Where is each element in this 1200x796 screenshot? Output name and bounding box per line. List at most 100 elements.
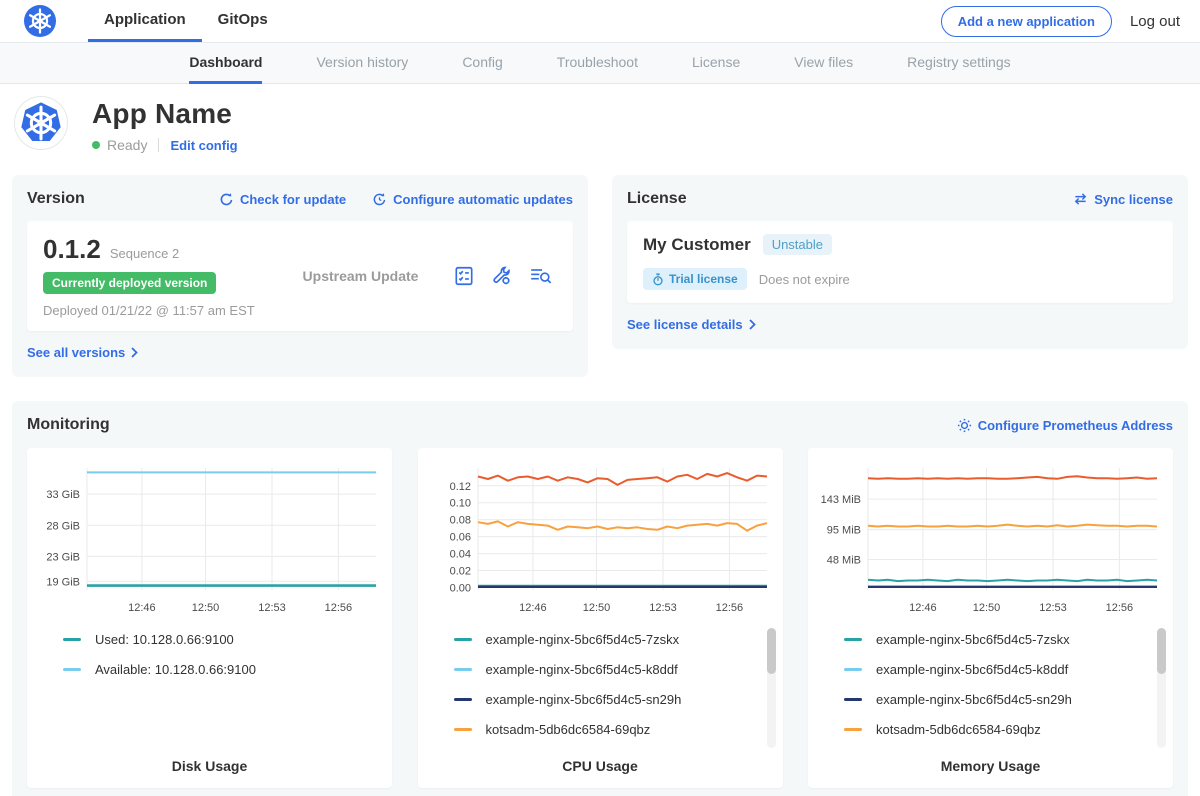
legend-color-dash — [844, 728, 862, 731]
license-card: License Sync license My Customer Unstabl… — [612, 175, 1188, 349]
app-header: App Name Ready Edit config — [0, 84, 1200, 167]
svg-text:12:56: 12:56 — [715, 602, 743, 614]
tab-dashboard[interactable]: Dashboard — [189, 43, 262, 84]
current-version-panel: 0.1.2 Sequence 2 Currently deployed vers… — [27, 221, 573, 331]
svg-text:12:46: 12:46 — [909, 602, 937, 614]
legend-item: example-nginx-5bc6f5d4c5-k8ddf — [454, 662, 783, 677]
legend-color-dash — [63, 668, 81, 671]
upstream-update-label: Upstream Update — [268, 268, 453, 284]
configure-automatic-updates-link[interactable]: Configure automatic updates — [372, 192, 573, 207]
license-expiry-text: Does not expire — [759, 272, 850, 287]
legend-label: example-nginx-5bc6f5d4c5-7zskx — [486, 632, 680, 647]
license-panel: My Customer Unstable Trial license Does … — [627, 221, 1173, 303]
chart-title: CPU Usage — [418, 758, 783, 774]
legend-scrollbar — [767, 628, 776, 748]
svg-text:12:46: 12:46 — [519, 602, 547, 614]
channel-badge: Unstable — [763, 234, 832, 255]
app-status-text: Ready — [107, 137, 147, 153]
customer-name: My Customer — [643, 235, 751, 255]
version-sequence: Sequence 2 — [110, 246, 179, 261]
svg-text:12:56: 12:56 — [1106, 602, 1134, 614]
cpu-usage-chart-card: 0.000.020.040.060.080.100.1212:4612:5012… — [418, 448, 783, 788]
svg-text:0.06: 0.06 — [449, 532, 470, 544]
legend-item: example-nginx-5bc6f5d4c5-k8ddf — [844, 662, 1173, 677]
topnav-tabs: Application GitOps — [88, 0, 284, 42]
memory-usage-chart-card: 48 MiB95 MiB143 MiB12:4612:5012:5312:56 … — [808, 448, 1173, 788]
memory-usage-chart: 48 MiB95 MiB143 MiB12:4612:5012:5312:56 — [816, 460, 1165, 618]
svg-text:48 MiB: 48 MiB — [827, 555, 861, 567]
topnav-right: Add a new application Log out — [941, 6, 1180, 37]
trial-license-badge: Trial license — [643, 268, 747, 290]
chart-title: Disk Usage — [27, 758, 392, 774]
tab-gitops[interactable]: GitOps — [202, 0, 284, 42]
sync-arrows-icon — [1073, 192, 1088, 206]
legend-item: example-nginx-5bc6f5d4c5-sn29h — [844, 692, 1173, 707]
svg-text:0.02: 0.02 — [449, 566, 470, 578]
disk-usage-chart: 19 GiB23 GiB28 GiB33 GiB12:4612:5012:531… — [35, 460, 384, 618]
svg-text:12:50: 12:50 — [973, 602, 1001, 614]
svg-text:12:46: 12:46 — [128, 602, 156, 614]
chart-title: Memory Usage — [808, 758, 1173, 774]
version-card: Version Check for update Configure au — [12, 175, 588, 377]
tab-registry-settings[interactable]: Registry settings — [907, 43, 1010, 84]
legend-color-dash — [454, 698, 472, 701]
legend-color-dash — [63, 638, 81, 641]
svg-text:33 GiB: 33 GiB — [46, 489, 80, 501]
svg-text:12:53: 12:53 — [258, 602, 286, 614]
app-name-title: App Name — [92, 98, 238, 130]
legend-color-dash — [844, 668, 862, 671]
tab-view-files[interactable]: View files — [794, 43, 853, 84]
monitoring-title: Monitoring — [27, 416, 110, 434]
schedule-update-icon — [372, 192, 387, 207]
svg-text:0.00: 0.00 — [449, 583, 470, 595]
legend-label: example-nginx-5bc6f5d4c5-k8ddf — [486, 662, 678, 677]
logout-button[interactable]: Log out — [1130, 13, 1180, 30]
disk-usage-legend: Used: 10.128.0.66:9100Available: 10.128.… — [63, 632, 392, 692]
license-card-title: License — [627, 190, 687, 208]
tab-troubleshoot[interactable]: Troubleshoot — [557, 43, 638, 84]
legend-item: kotsadm-5db6dc6584-69qbz — [844, 722, 1173, 737]
cpu-usage-chart: 0.000.020.040.060.080.100.1212:4612:5012… — [426, 460, 775, 618]
svg-text:12:53: 12:53 — [649, 602, 677, 614]
svg-text:28 GiB: 28 GiB — [46, 520, 80, 532]
deployed-badge: Currently deployed version — [43, 272, 216, 294]
tab-config[interactable]: Config — [462, 43, 502, 84]
tab-license[interactable]: License — [692, 43, 740, 84]
legend-label: kotsadm-5db6dc6584-69qbz — [876, 722, 1041, 737]
legend-scrollbar — [1157, 628, 1166, 748]
legend-label: example-nginx-5bc6f5d4c5-sn29h — [876, 692, 1072, 707]
svg-text:0.04: 0.04 — [449, 549, 470, 561]
svg-text:19 GiB: 19 GiB — [46, 576, 80, 588]
svg-text:0.10: 0.10 — [449, 498, 470, 510]
svg-text:95 MiB: 95 MiB — [827, 525, 861, 537]
view-logs-icon[interactable] — [529, 265, 553, 287]
config-wrench-icon[interactable] — [491, 265, 513, 287]
preflight-checks-icon[interactable] — [453, 265, 475, 287]
chevron-right-icon — [749, 319, 756, 330]
legend-item: example-nginx-5bc6f5d4c5-sn29h — [454, 692, 783, 707]
see-license-details-link[interactable]: See license details — [627, 317, 756, 332]
legend-color-dash — [454, 638, 472, 641]
configure-prometheus-link[interactable]: Configure Prometheus Address — [957, 418, 1173, 433]
edit-config-link[interactable]: Edit config — [170, 138, 237, 153]
refresh-icon — [219, 192, 234, 207]
legend-color-dash — [454, 728, 472, 731]
check-for-update-link[interactable]: Check for update — [219, 192, 346, 207]
add-new-application-button[interactable]: Add a new application — [941, 6, 1112, 37]
version-number: 0.1.2 — [43, 234, 101, 265]
stopwatch-icon — [652, 273, 664, 286]
legend-scrollbar-thumb[interactable] — [1157, 628, 1166, 674]
legend-item: Used: 10.128.0.66:9100 — [63, 632, 392, 647]
legend-label: kotsadm-5db6dc6584-69qbz — [486, 722, 651, 737]
tab-application[interactable]: Application — [88, 0, 202, 42]
tab-version-history[interactable]: Version history — [316, 43, 408, 84]
ready-status-dot — [92, 141, 100, 149]
sync-license-link[interactable]: Sync license — [1073, 192, 1173, 207]
svg-text:12:56: 12:56 — [325, 602, 353, 614]
svg-text:143 MiB: 143 MiB — [821, 494, 861, 506]
see-all-versions-link[interactable]: See all versions — [27, 345, 138, 360]
legend-scrollbar-thumb[interactable] — [767, 628, 776, 674]
memory-usage-legend: example-nginx-5bc6f5d4c5-7zskxexample-ng… — [844, 632, 1173, 752]
svg-text:23 GiB: 23 GiB — [46, 551, 80, 563]
svg-text:0.12: 0.12 — [449, 481, 470, 493]
